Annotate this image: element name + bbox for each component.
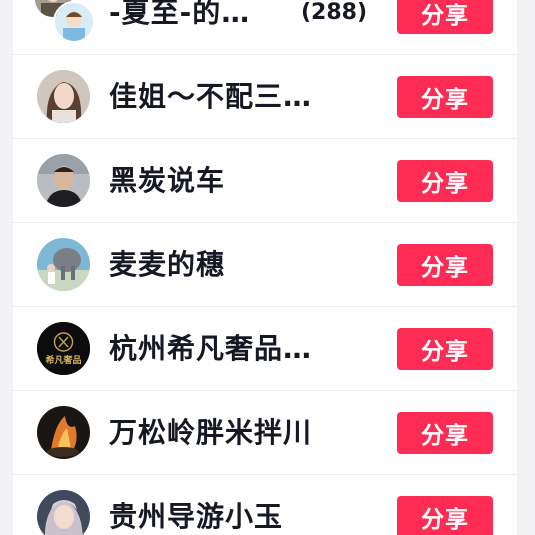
member-count: (288) bbox=[301, 0, 368, 25]
group-avatar-front bbox=[53, 1, 95, 43]
list-item[interactable]: 希凡奢品 杭州希凡奢品… 分享 bbox=[13, 307, 517, 391]
avatar-logo-text: 希凡奢品 bbox=[45, 354, 81, 366]
avatar bbox=[37, 154, 90, 207]
share-button[interactable]: 分享 bbox=[397, 0, 493, 34]
list-item[interactable]: 佳姐～不配三… 分享 bbox=[13, 55, 517, 139]
share-list-panel: -夏至-的… (288) 分享 佳姐～不配三… 分享 黑炭说车 分享 麦麦的穗 … bbox=[13, 0, 517, 535]
avatar bbox=[37, 406, 90, 459]
avatar bbox=[37, 70, 90, 123]
avatar: 希凡奢品 bbox=[37, 322, 90, 375]
list-item[interactable]: 麦麦的穗 分享 bbox=[13, 223, 517, 307]
share-button[interactable]: 分享 bbox=[397, 244, 493, 286]
contact-name: 麦麦的穗 bbox=[109, 248, 226, 281]
share-button[interactable]: 分享 bbox=[397, 76, 493, 118]
contact-name: 黑炭说车 bbox=[109, 164, 226, 197]
avatar bbox=[37, 238, 90, 291]
avatar bbox=[37, 490, 90, 535]
contact-name: -夏至-的… bbox=[109, 0, 251, 29]
share-button[interactable]: 分享 bbox=[397, 496, 493, 535]
contact-name: 贵州导游小玉 bbox=[109, 500, 284, 533]
share-button[interactable]: 分享 bbox=[397, 160, 493, 202]
contact-name: 佳姐～不配三… bbox=[109, 80, 313, 113]
list-item[interactable]: -夏至-的… (288) 分享 bbox=[13, 0, 517, 55]
share-button[interactable]: 分享 bbox=[397, 412, 493, 454]
share-button[interactable]: 分享 bbox=[397, 328, 493, 370]
list-item[interactable]: 黑炭说车 分享 bbox=[13, 139, 517, 223]
contact-name: 杭州希凡奢品… bbox=[109, 332, 313, 365]
contact-name: 万松岭胖米拌川 bbox=[109, 416, 313, 449]
list-item[interactable]: 贵州导游小玉 分享 bbox=[13, 475, 517, 535]
list-item[interactable]: 万松岭胖米拌川 分享 bbox=[13, 391, 517, 475]
